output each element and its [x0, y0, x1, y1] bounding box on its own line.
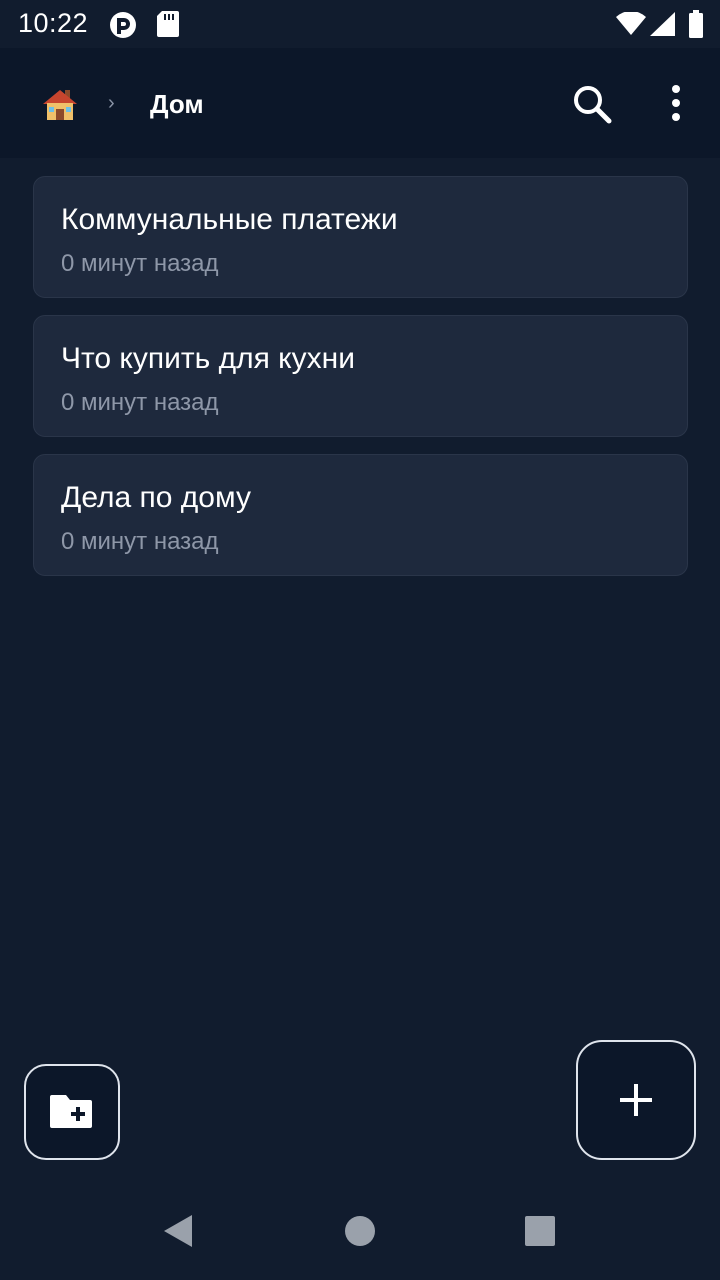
- note-title: Коммунальные платежи: [61, 203, 398, 236]
- status-time: 10:22: [18, 8, 89, 38]
- note-timestamp: 0 минут назад: [61, 389, 219, 416]
- house-emoji-icon[interactable]: [40, 84, 80, 124]
- status-bar: 10:22: [0, 0, 720, 48]
- note-timestamp: 0 минут назад: [61, 250, 219, 277]
- note-timestamp: 0 минут назад: [61, 528, 219, 555]
- search-button[interactable]: [566, 78, 618, 130]
- recents-square-icon[interactable]: [525, 1216, 555, 1246]
- create-folder-icon: [50, 1095, 92, 1128]
- note-title: Дела по дому: [61, 481, 251, 514]
- page-title[interactable]: Дом: [150, 89, 204, 120]
- note-list: Коммунальные платежи 0 минут назад Что к…: [33, 176, 688, 593]
- note-card-1[interactable]: Коммунальные платежи 0 минут назад: [33, 176, 688, 298]
- wifi-icon: [616, 12, 646, 36]
- plus-icon: [620, 1084, 652, 1116]
- app-bar: › Дом: [0, 48, 720, 158]
- sd-card-icon: [156, 10, 180, 38]
- home-circle-icon[interactable]: [344, 1215, 376, 1247]
- add-note-button[interactable]: [576, 1040, 696, 1160]
- search-icon: [574, 86, 612, 124]
- note-title: Что купить для кухни: [61, 342, 355, 375]
- note-card-2[interactable]: Что купить для кухни 0 минут назад: [33, 315, 688, 437]
- breadcrumb-separator: ›: [108, 92, 115, 114]
- cellular-signal-icon: [650, 12, 676, 36]
- note-card-3[interactable]: Дела по дому 0 минут назад: [33, 454, 688, 576]
- app-notification-icon: [108, 10, 138, 40]
- more-options-button[interactable]: [652, 78, 700, 130]
- back-triangle-icon[interactable]: [162, 1214, 194, 1248]
- more-vert-icon: [672, 85, 680, 121]
- system-navigation-bar: [0, 1184, 720, 1280]
- battery-icon: [688, 10, 704, 38]
- new-folder-button[interactable]: [24, 1064, 120, 1160]
